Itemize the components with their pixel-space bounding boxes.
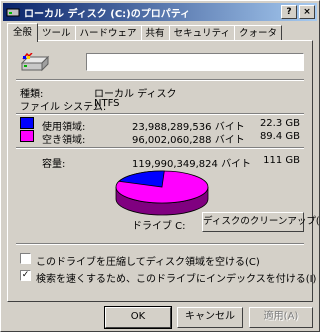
tab-general[interactable]: 全般 bbox=[7, 23, 39, 42]
apply-button[interactable]: 適用(A) bbox=[249, 307, 313, 328]
used-space-swatch bbox=[20, 117, 34, 129]
properties-dialog: ローカル ディスク (C:)のプロパティ ? × 全般 ツール ハードウェア 共… bbox=[0, 0, 320, 332]
drive-title-icon bbox=[6, 6, 20, 18]
general-panel: 種類: ローカル ディスク ファイル システム: NTFS 使用領域: 23,9… bbox=[7, 40, 320, 302]
tab-strip: 全般 ツール ハードウェア 共有 セキュリティ クォータ bbox=[7, 23, 283, 42]
disk-cleanup-button[interactable]: ディスクのクリーンアップ(D) bbox=[202, 212, 320, 232]
tab-hardware[interactable]: ハードウェア bbox=[74, 25, 142, 41]
separator bbox=[16, 79, 304, 81]
help-button[interactable]: ? bbox=[281, 5, 297, 19]
free-space-bytes: 96,002,060,288 バイト bbox=[132, 135, 245, 146]
separator bbox=[16, 113, 304, 115]
capacity-bytes: 119,990,349,824 バイト bbox=[132, 159, 252, 170]
index-label[interactable]: 検索を速くするため、このドライブにインデックスを付ける(I) bbox=[36, 270, 316, 285]
tab-tools[interactable]: ツール bbox=[37, 25, 76, 41]
ok-button[interactable]: OK bbox=[104, 306, 172, 329]
used-space-size: 22.3 GB bbox=[259, 118, 300, 129]
tab-quota[interactable]: クォータ bbox=[234, 25, 283, 41]
capacity-label: 容量: bbox=[42, 159, 66, 170]
tab-security[interactable]: セキュリティ bbox=[168, 25, 235, 41]
free-space-size: 89.4 GB bbox=[259, 131, 300, 142]
tab-sharing[interactable]: 共有 bbox=[140, 25, 170, 41]
index-checkbox[interactable]: ✓ bbox=[20, 270, 31, 281]
compress-label[interactable]: このドライブを圧縮してディスク領域を空ける(C) bbox=[36, 253, 260, 268]
free-space-swatch bbox=[20, 130, 34, 142]
title-bar[interactable]: ローカル ディスク (C:)のプロパティ ? × bbox=[3, 3, 317, 21]
filesystem-value: NTFS bbox=[94, 98, 120, 109]
window-title: ローカル ディスク (C:)のプロパティ bbox=[24, 8, 191, 20]
hard-drive-icon bbox=[20, 52, 50, 78]
drive-label: ドライブ C: bbox=[132, 221, 186, 232]
free-space-label: 空き領域: bbox=[42, 135, 86, 146]
drive-name-field[interactable] bbox=[86, 53, 304, 71]
compress-checkbox[interactable] bbox=[20, 253, 31, 264]
separator bbox=[16, 147, 304, 149]
separator bbox=[16, 243, 304, 245]
capacity-size: 111 GB bbox=[263, 155, 300, 166]
disk-usage-pie-chart bbox=[115, 170, 209, 216]
cancel-button[interactable]: キャンセル bbox=[177, 307, 243, 328]
close-button[interactable]: × bbox=[299, 5, 315, 19]
